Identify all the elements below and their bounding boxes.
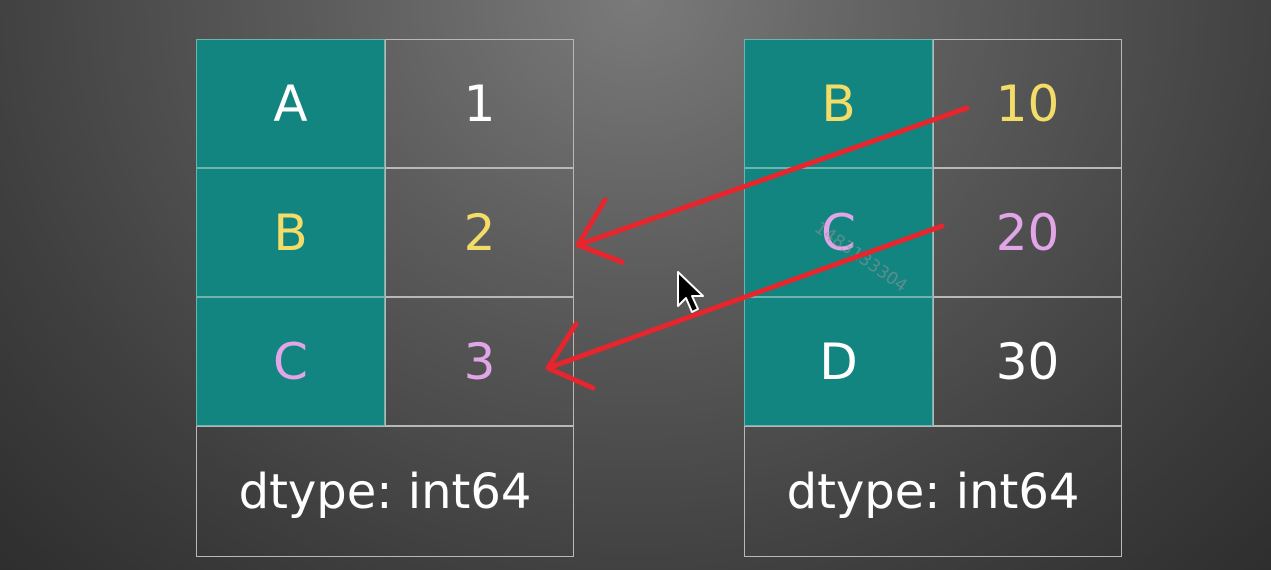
arrow-c-shaft [545,223,945,371]
arrow-b-shaft [575,105,970,248]
mouse-pointer-icon [677,271,704,313]
arrow-c-alignment [545,223,945,391]
annotation-overlay [545,105,970,391]
